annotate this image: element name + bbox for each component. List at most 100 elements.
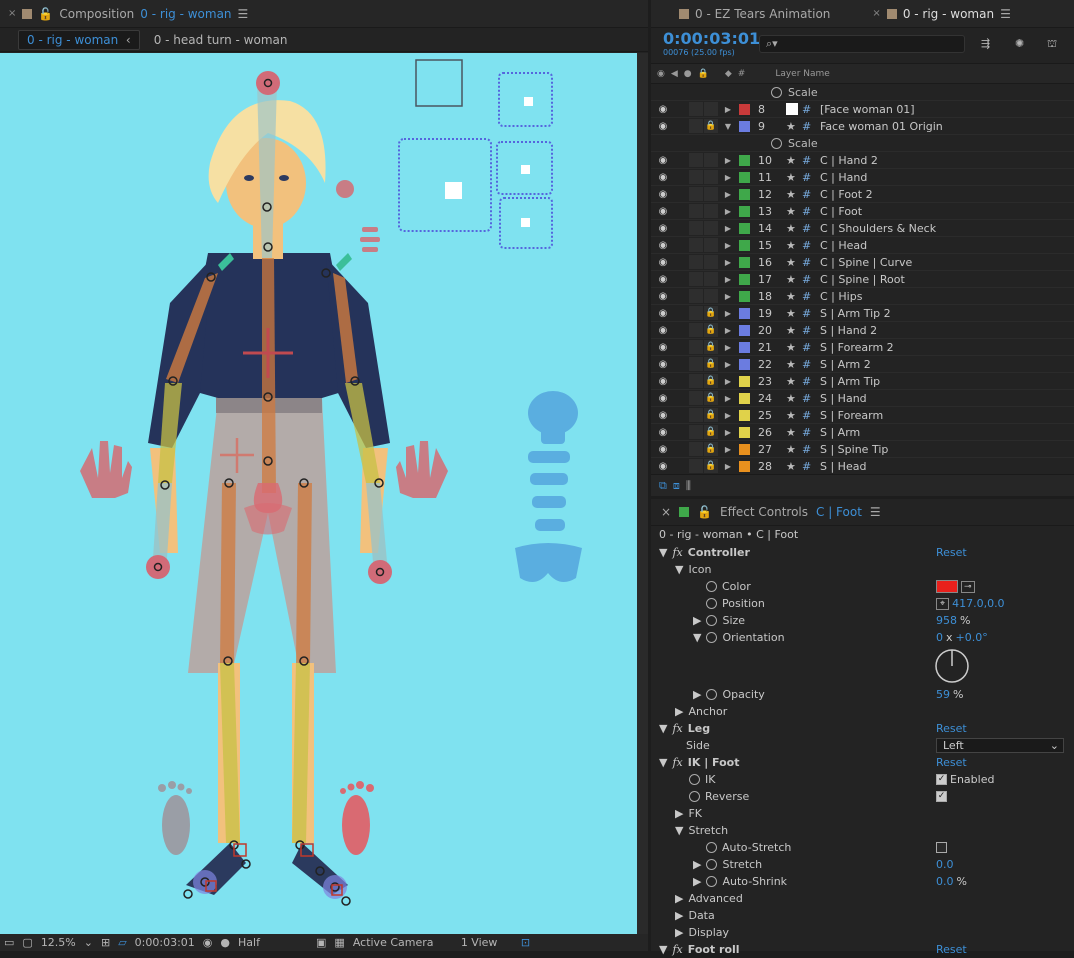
layer-row[interactable]: ◉ 🔒 ▶ 19 ★ # S | Arm Tip 2 [651, 305, 1074, 322]
label-color-swatch[interactable] [739, 426, 750, 438]
expand-toggle-icon[interactable]: ▶ [719, 411, 737, 420]
prop-position[interactable]: Position ⌖ 417.0,0.0 [651, 595, 1074, 612]
region-icon[interactable]: ▭ [4, 936, 14, 949]
solo-cell[interactable] [689, 153, 703, 167]
group-icon[interactable]: ▼ Icon [651, 561, 1074, 578]
layer-row[interactable]: ◉ ▶ 11 ★ # C | Hand [651, 169, 1074, 186]
eye-icon[interactable]: ◉ [657, 274, 669, 285]
group-display[interactable]: ▶ Display [651, 924, 1074, 941]
expand-toggle-icon[interactable]: ▶ [719, 190, 737, 199]
current-timecode[interactable]: 0:00:03:01 [663, 29, 760, 48]
eye-icon[interactable]: ◉ [657, 325, 669, 336]
solo-cell[interactable] [689, 374, 703, 388]
comp-flowchart-icon[interactable]: ⇶ [981, 37, 990, 50]
layer-property-row[interactable]: Scale [651, 84, 1074, 101]
crosshair-icon[interactable]: ⌖ [936, 597, 950, 610]
expand-toggle-icon[interactable]: ▶ [719, 207, 737, 216]
solo-cell[interactable] [689, 408, 703, 422]
reset-button[interactable]: Reset [936, 722, 967, 735]
eye-icon[interactable]: ◉ [657, 257, 669, 268]
layer-name[interactable]: C | Foot 2 [820, 188, 873, 201]
effect-controller[interactable]: ▼ fx Controller Reset [651, 544, 1074, 561]
lock-cell[interactable] [704, 255, 718, 269]
lock-cell[interactable] [704, 238, 718, 252]
color-swatch[interactable] [936, 580, 958, 593]
stopwatch-icon[interactable] [771, 137, 782, 149]
layer-row[interactable]: ◉ 🔒 ▼ 9 ★ # Face woman 01 Origin [651, 118, 1074, 135]
label-color-swatch[interactable] [739, 443, 750, 455]
layer-list[interactable]: Scale ◉ ▶ 8 # [Face woman 01] ◉ 🔒 ▼ 9 ★ # Face woman… [651, 84, 1074, 474]
orientation-revolutions[interactable]: 0 [936, 631, 943, 644]
solo-cell[interactable] [689, 289, 703, 303]
expand-toggle-icon[interactable]: ▶ [719, 462, 737, 471]
label-color-swatch[interactable] [739, 392, 750, 404]
effect-ik-foot[interactable]: ▼ fx IK | Foot Reset [651, 754, 1074, 771]
layer-row[interactable]: ◉ 🔒 ▶ 23 ★ # S | Arm Tip [651, 373, 1074, 390]
layer-name[interactable]: S | Forearm 2 [820, 341, 894, 354]
layer-row[interactable]: ◉ 🔒 ▶ 21 ★ # S | Forearm 2 [651, 339, 1074, 356]
lock-cell[interactable]: 🔒 [704, 323, 718, 337]
layer-name[interactable]: C | Hand 2 [820, 154, 878, 167]
solo-cell[interactable] [689, 442, 703, 456]
camera-select[interactable]: Active Camera [353, 936, 453, 949]
size-value[interactable]: 958 [936, 614, 957, 627]
prop-auto-shrink[interactable]: ▶ Auto-Shrink 0.0% [651, 873, 1074, 890]
effect-controls-tab[interactable]: × 🔓 Effect Controls C | Foot ☰ [651, 496, 1074, 526]
label-icon[interactable]: ◆ [725, 69, 732, 79]
reset-button[interactable]: Reset [936, 943, 967, 956]
layer-row[interactable]: ◉ 🔒 ▶ 25 ★ # S | Forearm [651, 407, 1074, 424]
layer-row[interactable]: ◉ 🔒 ▶ 26 ★ # S | Arm [651, 424, 1074, 441]
layer-name[interactable]: [Face woman 01] [820, 103, 915, 116]
layer-name[interactable]: S | Arm Tip 2 [820, 307, 891, 320]
solo-cell[interactable] [689, 170, 703, 184]
label-color-swatch[interactable] [739, 120, 750, 132]
expand-toggle-icon[interactable]: ▶ [719, 156, 737, 165]
tab-close-icon[interactable]: × [661, 505, 671, 519]
audio-icon[interactable]: ◀ [671, 69, 678, 79]
effect-foot-roll[interactable]: ▼ fx Foot roll Reset [651, 941, 1074, 958]
reset-button[interactable]: Reset [936, 756, 967, 769]
layer-name[interactable]: S | Arm 2 [820, 358, 871, 371]
solo-cell[interactable] [689, 272, 703, 286]
prop-side[interactable]: Side Left ⌄ [651, 737, 1074, 754]
expand-toggle-icon[interactable]: ▶ [719, 173, 737, 182]
eye-icon[interactable]: ◉ [657, 121, 669, 132]
label-color-swatch[interactable] [739, 358, 750, 370]
tab-layer-name[interactable]: C | Foot [816, 505, 862, 519]
lock-cell[interactable] [704, 102, 718, 116]
layer-row[interactable]: ◉ 🔒 ▶ 24 ★ # S | Hand [651, 390, 1074, 407]
layer-name[interactable]: C | Foot [820, 205, 862, 218]
expand-toggle-icon[interactable]: ▶ [719, 105, 737, 114]
tab-close-icon[interactable]: × [872, 8, 880, 19]
lock-cell[interactable]: 🔒 [704, 119, 718, 133]
eye-icon[interactable]: ◉ [657, 410, 669, 421]
expand-toggle-icon[interactable]: ▶ [719, 309, 737, 318]
stretch-value[interactable]: 0.0 [936, 858, 954, 871]
lock-icon[interactable]: 🔓 [38, 7, 53, 21]
prop-ik[interactable]: IK ✓ Enabled [651, 771, 1074, 788]
layer-property-row[interactable]: Scale [651, 135, 1074, 152]
solo-cell[interactable] [689, 238, 703, 252]
reverse-checkbox[interactable]: ✓ [936, 791, 947, 802]
group-advanced[interactable]: ▶ Advanced [651, 890, 1074, 907]
layer-row[interactable]: ◉ 🔒 ▶ 22 ★ # S | Arm 2 [651, 356, 1074, 373]
solo-cell[interactable] [689, 119, 703, 133]
label-color-swatch[interactable] [739, 171, 750, 183]
label-color-swatch[interactable] [739, 341, 750, 353]
prop-orientation[interactable]: ▼ Orientation 0 x +0.0° [651, 629, 1074, 646]
breadcrumb-next[interactable]: 0 - head turn - woman [154, 33, 288, 47]
effect-leg[interactable]: ▼ fx Leg Reset [651, 720, 1074, 737]
layer-name[interactable]: C | Spine | Root [820, 273, 905, 286]
solo-cell[interactable] [689, 391, 703, 405]
eye-icon[interactable]: ◉ [657, 376, 669, 387]
lock-cell[interactable] [704, 221, 718, 235]
layer-row[interactable]: ◉ ▶ 18 ★ # C | Hips [651, 288, 1074, 305]
zoom-select[interactable]: 12.5% [41, 936, 76, 949]
label-color-swatch[interactable] [739, 205, 750, 217]
group-stretch[interactable]: ▼ Stretch [651, 822, 1074, 839]
solo-cell[interactable] [689, 187, 703, 201]
chevron-down-icon[interactable]: ⌄ [84, 936, 93, 949]
roi-icon[interactable]: ▣ [316, 936, 326, 949]
prop-size[interactable]: ▶ Size 958% [651, 612, 1074, 629]
eye-icon[interactable]: ◉ [657, 359, 669, 370]
